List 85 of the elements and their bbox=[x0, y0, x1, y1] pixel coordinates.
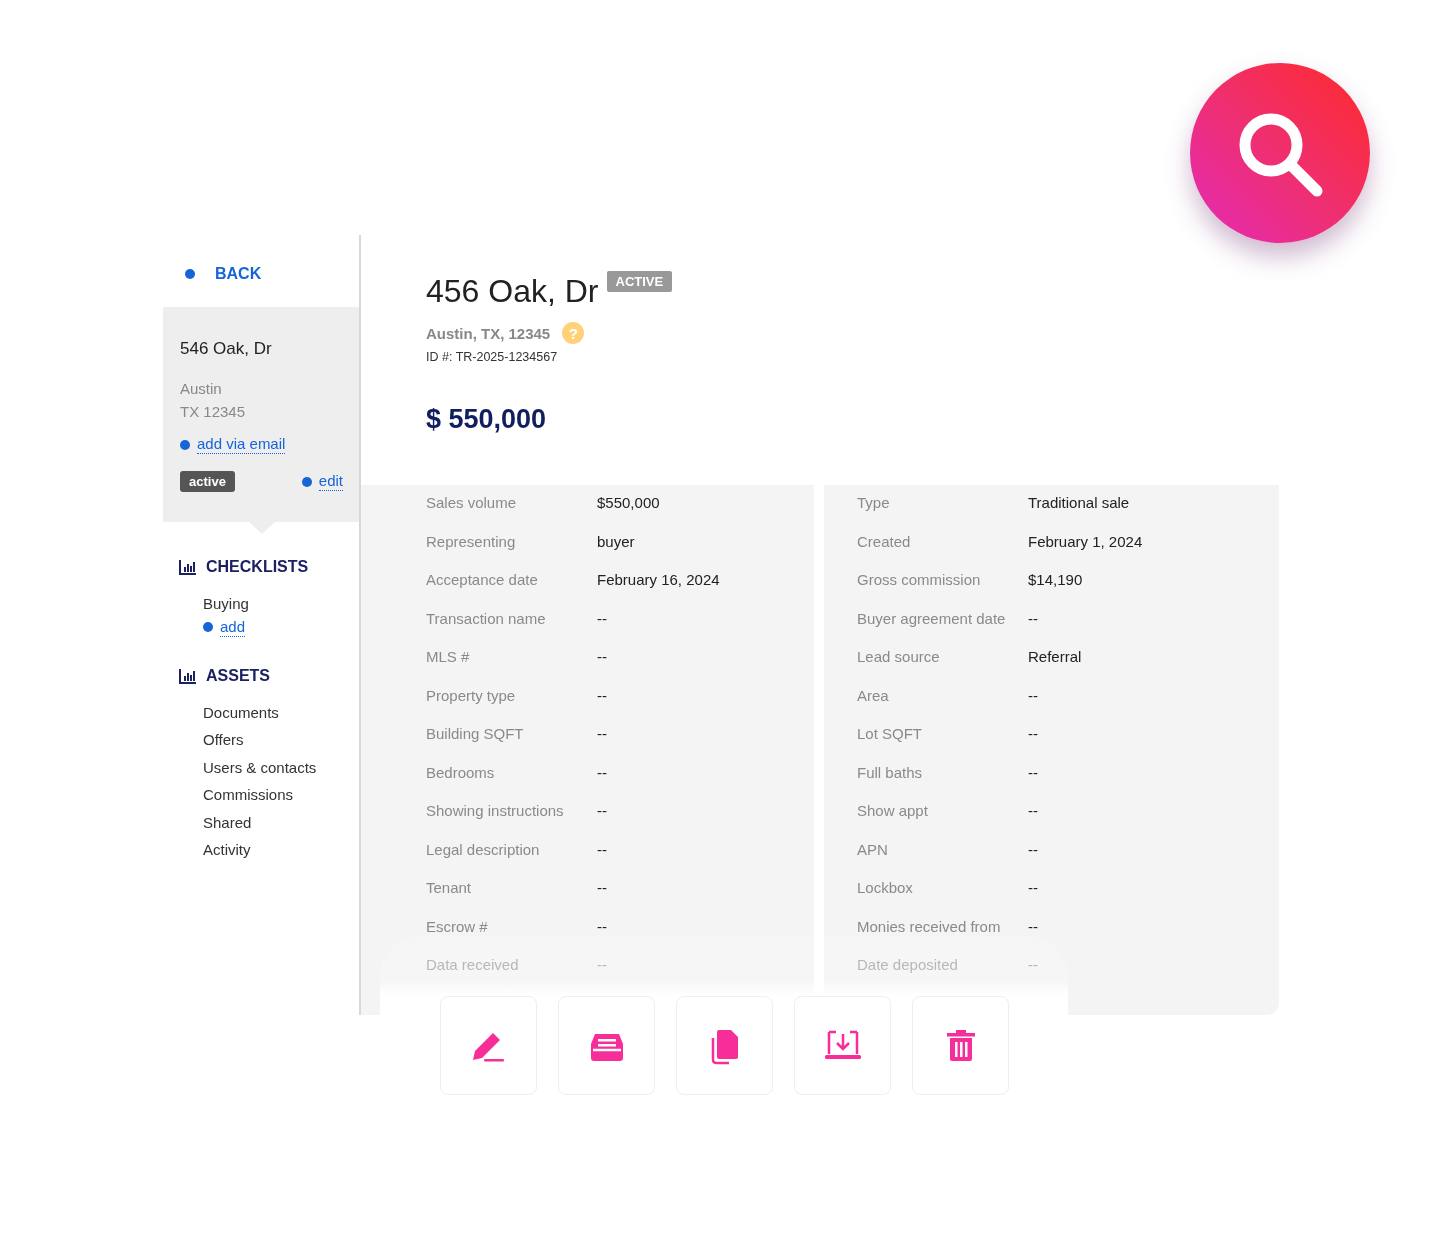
field-value: -- bbox=[1028, 917, 1038, 935]
field-value: -- bbox=[597, 917, 607, 935]
field-value: -- bbox=[1028, 725, 1038, 742]
field-value: -- bbox=[1028, 879, 1038, 896]
field-label: Gross commission bbox=[857, 571, 982, 588]
section-heading: ASSETS bbox=[206, 666, 270, 685]
status-tag: active bbox=[180, 471, 235, 492]
bar-chart-icon bbox=[179, 667, 197, 684]
transaction-id: ID #: TR-2025-1234567 bbox=[426, 350, 559, 364]
action-button[interactable] bbox=[440, 996, 537, 1095]
price: $ 550,000 bbox=[426, 404, 548, 435]
bar-chart-icon bbox=[179, 559, 197, 575]
field-value: Traditional sale bbox=[1028, 494, 1130, 511]
field-label: Area bbox=[857, 686, 890, 704]
field-label: Monies received from bbox=[857, 917, 1002, 935]
field-value: -- bbox=[597, 956, 607, 973]
sidebar-item[interactable]: Shared bbox=[179, 808, 359, 836]
action-button[interactable] bbox=[794, 996, 891, 1095]
bullet-icon bbox=[301, 476, 312, 487]
field-label: Show appt bbox=[857, 802, 929, 819]
add-via-email-link[interactable]: add via email bbox=[197, 435, 286, 454]
property-city: Austin bbox=[180, 379, 223, 399]
section-heading: CHECKLISTS bbox=[206, 558, 309, 576]
action-button[interactable] bbox=[558, 996, 655, 1095]
field-value: -- bbox=[1028, 686, 1038, 704]
bullet-icon bbox=[185, 269, 195, 279]
action-button[interactable] bbox=[676, 996, 773, 1095]
field-value: -- bbox=[597, 725, 607, 742]
property-heading: 456 Oak, Dr bbox=[426, 272, 599, 310]
field-value: Referral bbox=[1028, 648, 1082, 665]
field-label: Created bbox=[857, 532, 912, 550]
field-label: Representing bbox=[426, 532, 517, 550]
bullet-icon bbox=[203, 622, 213, 632]
edit-link[interactable]: edit bbox=[318, 472, 343, 491]
field-value: -- bbox=[597, 840, 607, 858]
property-title: 546 Oak, Dr bbox=[180, 339, 273, 359]
field-label: Buyer agreement date bbox=[857, 609, 1007, 627]
field-label: Building SQFT bbox=[426, 725, 525, 742]
field-label: Sales volume bbox=[426, 494, 518, 511]
field-value: $14,190 bbox=[1028, 571, 1083, 588]
status-badge: ACTIVE bbox=[606, 271, 673, 292]
field-label: Escrow # bbox=[426, 917, 489, 935]
field-label: Lockbox bbox=[857, 879, 914, 896]
field-label: Transaction name bbox=[426, 609, 547, 627]
field-value: February 1, 2024 bbox=[1028, 532, 1143, 550]
field-label: Date deposited bbox=[857, 956, 959, 973]
field-value: -- bbox=[597, 686, 607, 704]
field-label: Tenant bbox=[426, 879, 473, 896]
field-value: buyer bbox=[597, 532, 635, 550]
sidebar-item[interactable]: Offers bbox=[179, 726, 359, 754]
property-state-zip: TX 12345 bbox=[180, 402, 247, 422]
field-label: Property type bbox=[426, 686, 517, 704]
property-location: Austin, TX, 12345 bbox=[426, 324, 551, 342]
back-link[interactable]: BACK bbox=[215, 265, 262, 283]
field-label: Full baths bbox=[857, 763, 924, 781]
field-value: February 16, 2024 bbox=[597, 571, 720, 588]
field-value: -- bbox=[597, 609, 607, 627]
field-value: -- bbox=[1028, 956, 1038, 973]
field-value: -- bbox=[1028, 763, 1038, 781]
sidebar-item[interactable]: Buying bbox=[179, 590, 359, 618]
field-value: -- bbox=[597, 802, 607, 819]
add-link[interactable]: add bbox=[220, 617, 246, 637]
field-value: -- bbox=[597, 648, 607, 665]
field-label: Lead source bbox=[857, 648, 941, 665]
field-label: Legal description bbox=[426, 840, 541, 858]
field-label: Showing instructions bbox=[426, 802, 565, 819]
bullet-icon bbox=[180, 439, 190, 450]
field-label: APN bbox=[857, 840, 889, 858]
field-label: Acceptance date bbox=[426, 571, 539, 588]
field-value: -- bbox=[1028, 609, 1038, 627]
field-value: -- bbox=[1028, 802, 1038, 819]
field-value: $550,000 bbox=[597, 494, 660, 511]
field-value: -- bbox=[597, 763, 607, 781]
field-label: Bedrooms bbox=[426, 763, 496, 781]
sidebar-item[interactable]: Activity bbox=[179, 836, 359, 864]
field-label: Data received bbox=[426, 956, 520, 973]
field-label: MLS # bbox=[426, 648, 471, 665]
sidebar-item[interactable]: Commissions bbox=[179, 781, 359, 809]
field-value: -- bbox=[1028, 840, 1038, 858]
field-label: Lot SQFT bbox=[857, 725, 924, 742]
action-button[interactable] bbox=[912, 996, 1009, 1095]
sidebar-item[interactable]: Documents bbox=[179, 698, 359, 726]
field-value: -- bbox=[597, 879, 607, 896]
sidebar-item[interactable]: Users & contacts bbox=[179, 753, 359, 781]
field-label: Type bbox=[857, 494, 891, 511]
